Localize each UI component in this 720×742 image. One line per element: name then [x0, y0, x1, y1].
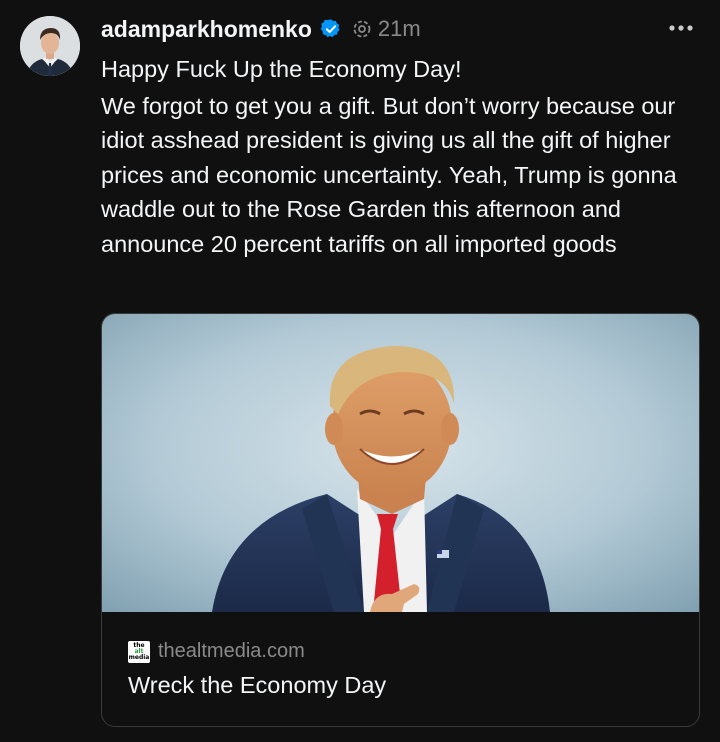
favicon-text-line: media	[128, 653, 150, 661]
link-preview-meta: the alt media thealtmedia.com Wreck the …	[102, 612, 699, 726]
site-favicon-icon: the alt media	[128, 640, 150, 663]
link-preview-card[interactable]: the alt media thealtmedia.com Wreck the …	[101, 313, 700, 727]
link-domain-row: the alt media thealtmedia.com	[128, 640, 305, 663]
more-options-icon[interactable]	[666, 16, 696, 40]
avatar[interactable]	[20, 16, 80, 76]
verified-badge-icon	[320, 18, 342, 40]
post-time: 21m	[377, 16, 421, 41]
thread-post: adamparkhomenko 21m Happy Fuck Up the Ec…	[0, 0, 720, 742]
username[interactable]: adamparkhomenko	[101, 16, 312, 43]
post-headline: Happy Fuck Up the Economy Day!	[101, 56, 462, 82]
link-domain: thealtmedia.com	[158, 640, 305, 662]
threads-at-icon	[352, 19, 372, 39]
post-body: We forgot to get you a gift. But don’t w…	[101, 92, 677, 257]
link-title: Wreck the Economy Day	[128, 672, 387, 698]
post-header: adamparkhomenko 21m	[101, 12, 421, 46]
link-preview-image	[102, 314, 699, 612]
post-content: Happy Fuck Up the Economy Day! We forgot…	[101, 52, 706, 262]
